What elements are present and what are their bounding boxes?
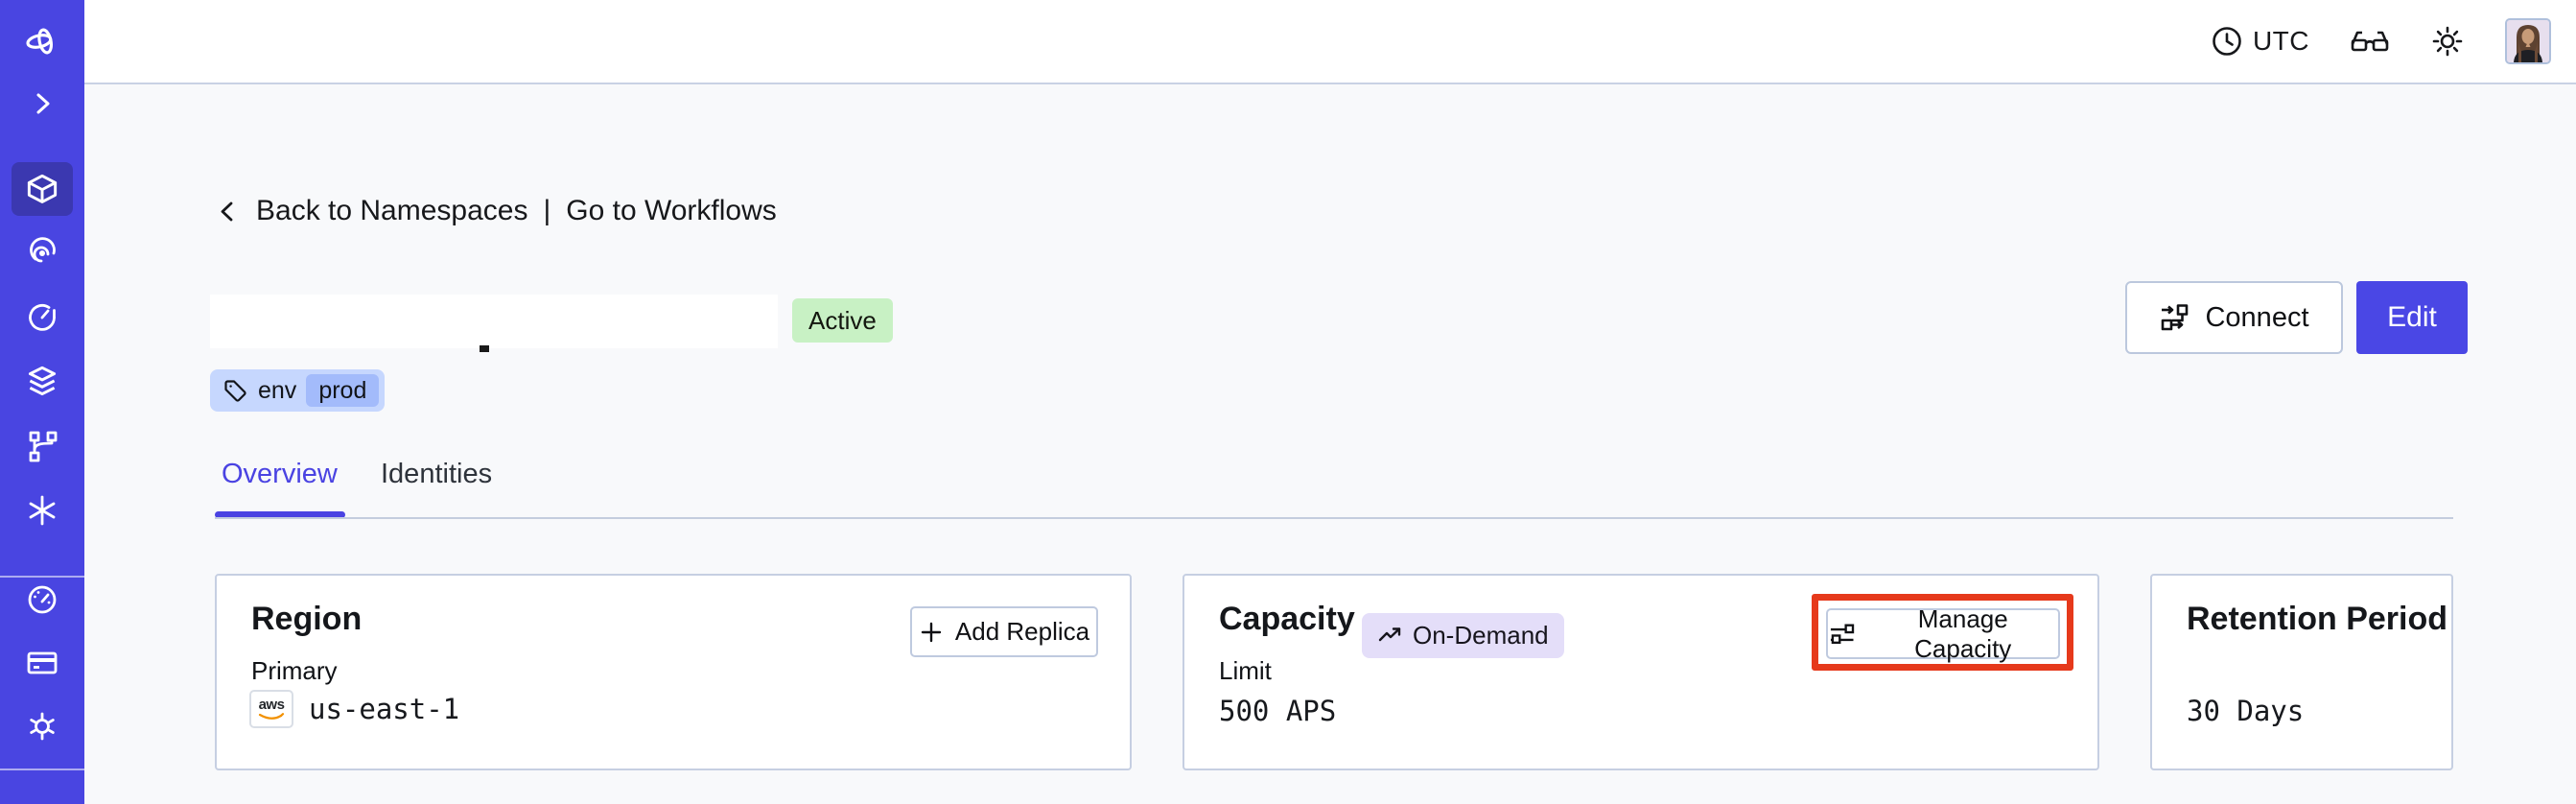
settings-gear-icon — [30, 712, 55, 741]
namespace-name-redacted — [210, 295, 778, 348]
back-chevron-icon[interactable] — [215, 199, 241, 225]
sidebar — [0, 0, 84, 804]
plus-icon — [921, 622, 942, 642]
limit-value: 500 APS — [1219, 695, 1337, 727]
theme-toggle-button[interactable] — [2430, 24, 2465, 59]
billing-card-icon — [27, 651, 58, 674]
timezone-label: UTC — [2252, 26, 2309, 56]
batch-branch-icon — [29, 431, 58, 462]
clock-icon — [2213, 27, 2241, 56]
nexus-asterisk-icon — [29, 495, 56, 526]
retention-card: Retention Period 30 Days — [2150, 574, 2453, 770]
add-replica-label: Add Replica — [954, 617, 1090, 646]
region-card: Region Add Replica Primary aws us-east-1 — [215, 574, 1132, 770]
sidebar-item-support[interactable] — [0, 789, 84, 804]
edit-button[interactable]: Edit — [2356, 281, 2468, 354]
sidebar-item-settings[interactable] — [0, 698, 84, 755]
labs-mode-button[interactable] — [2350, 25, 2390, 58]
trending-up-icon — [1378, 627, 1401, 642]
retention-value: 30 Days — [2187, 695, 2305, 727]
sidebar-divider-bottom — [0, 769, 84, 770]
namespaces-cube-icon — [27, 174, 58, 203]
sliders-icon — [1830, 624, 1855, 644]
glasses-icon — [2351, 31, 2389, 52]
region-value: us-east-1 — [309, 693, 460, 725]
add-replica-button[interactable]: Add Replica — [910, 606, 1098, 657]
sidebar-item-workflows[interactable] — [0, 225, 84, 282]
sidebar-expand-chevron-icon[interactable] — [0, 75, 84, 132]
aws-smile-icon — [258, 712, 285, 720]
on-demand-badge: On-Demand — [1362, 613, 1564, 658]
tab-overview[interactable]: Overview — [222, 459, 338, 490]
breadcrumb-separator: | — [543, 195, 551, 226]
sidebar-item-nexus[interactable] — [0, 482, 84, 539]
timezone-selector[interactable]: UTC — [2211, 25, 2309, 58]
deployments-layers-icon — [28, 366, 57, 396]
tag-value-chip: prod — [306, 374, 380, 407]
sun-icon — [2432, 26, 2463, 57]
go-to-workflows-link[interactable]: Go to Workflows — [566, 195, 777, 227]
namespace-tag: env prod — [210, 369, 386, 412]
capacity-card-title: Capacity — [1219, 601, 1355, 637]
region-card-title: Region — [251, 601, 363, 637]
limit-label: Limit — [1219, 656, 1272, 685]
support-circle-icon — [23, 798, 61, 804]
connect-button-label: Connect — [2205, 301, 2309, 333]
tag-icon — [224, 379, 246, 402]
status-badge-label: Active — [808, 305, 877, 335]
retention-card-title: Retention Period — [2187, 601, 2448, 637]
namespace-name-artifact-dot — [480, 345, 489, 352]
sidebar-item-billing[interactable] — [0, 634, 84, 692]
aws-logo-text: aws — [258, 696, 285, 713]
edit-button-label: Edit — [2387, 301, 2437, 333]
usage-gauge-icon — [28, 585, 57, 614]
sidebar-item-schedules[interactable] — [0, 289, 84, 346]
primary-label: Primary — [251, 656, 338, 685]
connect-button[interactable]: Connect — [2125, 281, 2343, 354]
status-badge: Active — [792, 298, 893, 343]
avatar-image — [2507, 20, 2549, 62]
tag-key: env — [258, 376, 297, 404]
schedules-clock-icon — [29, 304, 56, 331]
back-to-namespaces-link[interactable]: Back to Namespaces — [256, 195, 527, 227]
sidebar-item-batch-operations[interactable] — [0, 417, 84, 475]
sidebar-item-namespaces[interactable] — [0, 160, 84, 218]
tabs-baseline-divider — [215, 517, 2453, 519]
temporal-logo-icon[interactable] — [0, 12, 84, 70]
breadcrumb: Back to Namespaces | Go to Workflows — [215, 195, 777, 227]
manage-capacity-button[interactable]: Manage Capacity — [1826, 604, 2060, 663]
manage-capacity-label: Manage Capacity — [1914, 603, 2012, 663]
aws-provider-icon: aws — [249, 690, 293, 728]
tab-identities[interactable]: Identities — [381, 459, 492, 490]
capacity-card: Capacity On-Demand Manage Capacity Limit… — [1183, 574, 2099, 770]
region-value-row: aws us-east-1 — [249, 690, 459, 728]
sidebar-item-usage[interactable] — [0, 571, 84, 628]
connect-flow-icon — [2162, 304, 2189, 331]
sidebar-item-deployments[interactable] — [0, 353, 84, 411]
workflows-spiral-icon — [30, 237, 56, 263]
topbar: UTC — [84, 0, 2576, 84]
on-demand-badge-label: On-Demand — [1413, 621, 1549, 650]
user-avatar[interactable] — [2505, 18, 2551, 64]
